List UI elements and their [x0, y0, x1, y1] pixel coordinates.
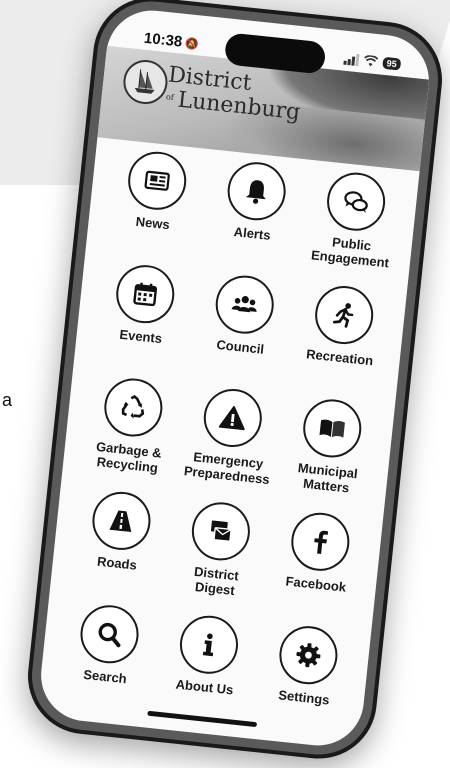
menu-tile-label: Emergency Preparedness — [183, 449, 271, 488]
menu-tile-label: Public Engagement — [310, 234, 390, 271]
menu-tile-council[interactable]: Council — [188, 271, 298, 381]
calendar-icon — [113, 262, 178, 327]
info-icon — [177, 612, 241, 677]
battery-icon: 95 — [382, 56, 402, 71]
menu-tile-label: Settings — [277, 687, 331, 708]
signal-icon — [343, 53, 360, 67]
menu-tile-label: Council — [215, 336, 265, 357]
menu-tile-district-digest[interactable]: District Digest — [164, 497, 274, 607]
menu-tile-municipal-matters[interactable]: Municipal Matters — [275, 394, 385, 504]
menu-tile-label: News — [135, 213, 171, 233]
chat-bubbles-icon — [324, 169, 388, 234]
menu-tile-label: Search — [82, 666, 128, 687]
bell-icon — [224, 159, 289, 224]
menu-tile-label: Roads — [96, 553, 138, 573]
menu-tile-label: Recreation — [305, 346, 374, 369]
running-person-icon — [312, 283, 377, 347]
menu-tile-label: Municipal Matters — [297, 460, 359, 496]
newspaper-icon — [125, 148, 190, 213]
menu-tile-roads[interactable]: Roads — [64, 487, 174, 597]
dynamic-island — [223, 32, 327, 75]
menu-tile-recreation[interactable]: Recreation — [287, 281, 397, 391]
menu-tile-alerts[interactable]: Alerts — [199, 157, 309, 267]
menu-tile-about-us[interactable]: About Us — [152, 611, 262, 721]
search-icon — [77, 602, 142, 667]
phone-mockup: 10:38🔕 95 District of Lunenburg News Ale… — [22, 0, 448, 765]
gear-icon — [276, 623, 341, 688]
logo-text-of: of — [165, 92, 175, 103]
menu-tile-settings[interactable]: Settings — [251, 621, 361, 731]
menu-tile-label: Facebook — [284, 573, 347, 595]
status-icons: 95 — [343, 53, 402, 71]
menu-tile-news[interactable]: News — [100, 147, 210, 257]
status-time: 10:38🔕 — [143, 29, 200, 52]
menu-tile-facebook[interactable]: Facebook — [263, 508, 373, 618]
road-icon — [89, 489, 154, 553]
menu-grid: News Alerts Public Engagement Events Cou… — [52, 147, 408, 731]
menu-tile-emergency-preparedness[interactable]: Emergency Preparedness — [176, 384, 286, 494]
menu-tile-label: About Us — [175, 676, 235, 698]
open-book-icon — [300, 396, 365, 461]
menu-tile-label: Events — [118, 326, 163, 347]
mail-envelopes-icon — [189, 499, 253, 564]
menu-tile-label: Alerts — [233, 224, 272, 243]
silent-bell-icon: 🔕 — [184, 37, 200, 52]
side-caption: a — [2, 390, 13, 410]
menu-tile-events[interactable]: Events — [88, 260, 198, 370]
facebook-icon — [288, 509, 353, 574]
ship-logo-icon — [121, 57, 170, 107]
menu-tile-public-engagement[interactable]: Public Engagement — [299, 168, 409, 278]
warning-triangle-icon — [200, 386, 265, 450]
menu-tile-garbage-recycling[interactable]: Garbage & Recycling — [76, 373, 186, 483]
menu-tile-search[interactable]: Search — [52, 600, 162, 710]
people-group-icon — [212, 272, 277, 337]
menu-tile-label: Garbage & Recycling — [95, 438, 163, 476]
wifi-icon — [364, 55, 379, 67]
recycle-icon — [101, 375, 166, 440]
menu-tile-label: District Digest — [193, 563, 240, 599]
